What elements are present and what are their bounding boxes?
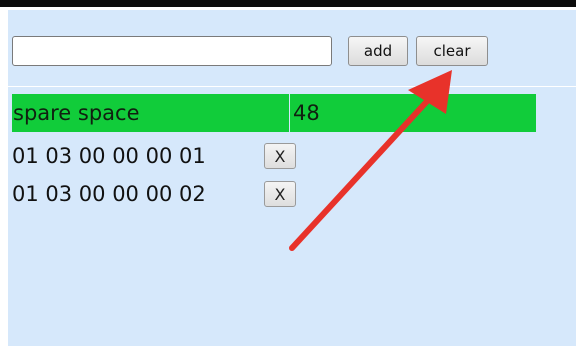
content-panel: add clear spare space 48 01 03 00 00 00 … [8,10,576,346]
list-item: 01 03 00 00 00 02 X [12,178,312,210]
window-top-border [0,0,576,10]
add-button[interactable]: add [348,36,408,66]
divider [8,86,576,87]
clear-button[interactable]: clear [416,36,488,66]
spare-space-value: 48 [293,101,320,125]
item-code: 01 03 00 00 00 01 [12,144,206,168]
entry-input[interactable] [12,36,332,66]
remove-item-button[interactable]: X [264,143,296,169]
list-item: 01 03 00 00 00 01 X [12,140,312,172]
spare-space-row: spare space 48 [12,94,536,132]
spare-space-label: spare space [12,94,290,132]
remove-item-button[interactable]: X [264,181,296,207]
item-code: 01 03 00 00 00 02 [12,182,206,206]
